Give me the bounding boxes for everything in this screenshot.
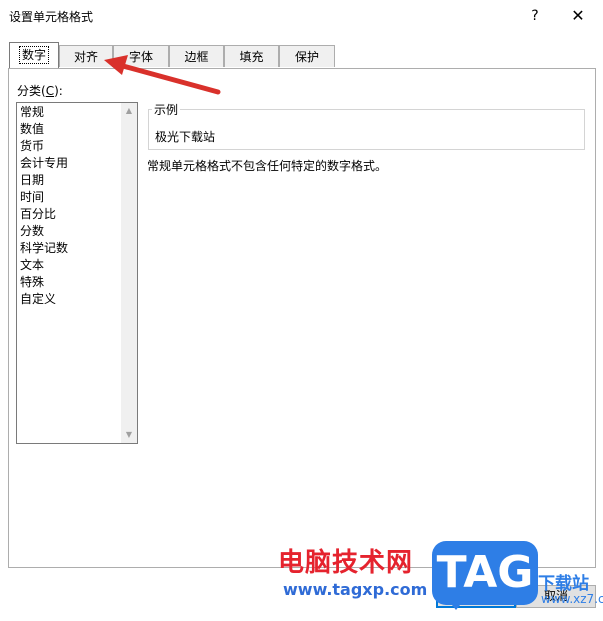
list-item-time[interactable]: 时间 [20,189,68,206]
category-label: 分类(C): [17,84,63,98]
list-item-currency[interactable]: 货币 [20,138,68,155]
scroll-up-icon[interactable]: ▲ [121,103,137,119]
close-button[interactable]: ✕ [566,5,590,27]
list-item-number[interactable]: 数值 [20,121,68,138]
list-item-custom[interactable]: 自定义 [20,291,68,308]
tab-alignment[interactable]: 对齐 [59,45,113,67]
help-button[interactable]: ? [524,5,546,27]
tab-number[interactable]: 数字 [9,42,59,69]
category-list: 常规 数值 货币 会计专用 日期 时间 百分比 分数 科学记数 文本 特殊 自定… [20,104,68,308]
watermark-badge-logo: TAG [432,541,538,605]
list-item-fraction[interactable]: 分数 [20,223,68,240]
watermark-text: 电脑技术网 [278,548,414,578]
watermark-side-site: www.xz7.com [541,592,603,606]
list-item-general[interactable]: 常规 [20,104,68,121]
list-scrollbar[interactable]: ▲ ▼ [121,103,137,443]
list-item-special[interactable]: 特殊 [20,274,68,291]
list-item-accounting[interactable]: 会计专用 [20,155,68,172]
tab-font[interactable]: 字体 [113,45,169,67]
sample-value: 极光下载站 [155,130,216,144]
tab-protection[interactable]: 保护 [279,45,335,67]
tab-fill[interactable]: 填充 [224,45,279,67]
title-bar: 设置单元格格式 ? ✕ [0,0,603,32]
dialog-title: 设置单元格格式 [9,10,94,24]
category-listbox[interactable]: 常规 数值 货币 会计专用 日期 时间 百分比 分数 科学记数 文本 特殊 自定… [16,102,138,444]
format-description: 常规单元格格式不包含任何特定的数字格式。 [147,159,388,173]
list-item-percentage[interactable]: 百分比 [20,206,68,223]
tab-border[interactable]: 边框 [169,45,224,67]
watermark-url: www.tagxp.com [283,580,428,599]
sample-legend: 示例 [152,101,181,118]
watermark-badge-tail [448,600,464,610]
list-item-date[interactable]: 日期 [20,172,68,189]
list-item-text[interactable]: 文本 [20,257,68,274]
scroll-down-icon[interactable]: ▼ [121,427,137,443]
list-item-scientific[interactable]: 科学记数 [20,240,68,257]
watermark-side-text: 下载站 [538,574,589,594]
